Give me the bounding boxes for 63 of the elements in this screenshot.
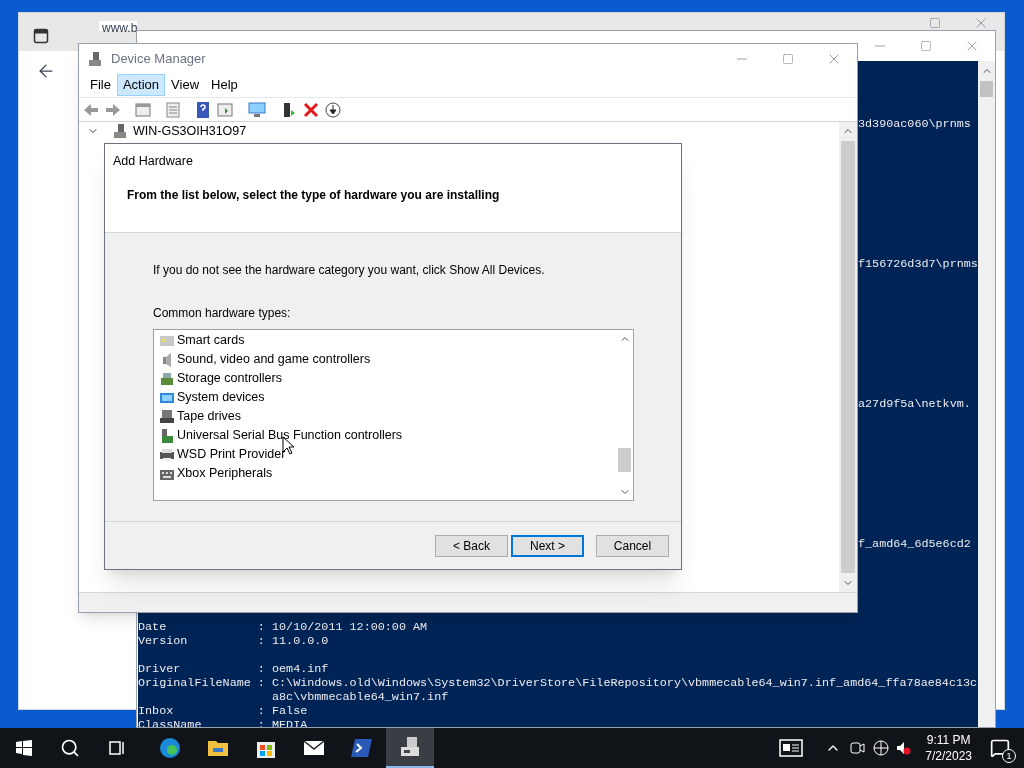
task-view-icon[interactable] [107,738,127,758]
dialog-button[interactable]: < Back [435,534,508,557]
window-icon[interactable] [217,101,233,118]
console-line: Date : 10/10/2011 12:00:00 AM [138,620,428,634]
taskbar-app[interactable] [386,728,434,768]
terminal-icon [350,736,374,760]
console-line: a27d9f5a\netkvm. [858,397,971,411]
remove-icon[interactable] [303,101,319,118]
list-item[interactable]: Smart cards [159,331,245,350]
list-item[interactable]: Sound, video and game controllers [159,350,371,369]
muted-speaker-icon[interactable] [895,740,912,756]
help-icon[interactable] [195,101,211,118]
maximize-icon[interactable] [929,17,941,29]
menu-item[interactable]: Action [116,74,166,96]
start-icon[interactable] [16,740,32,756]
clock-date[interactable]: 7/2/2023 [925,748,972,764]
menu-item[interactable]: File [84,74,117,96]
console-line: f156726d3d7\prnms [858,257,978,271]
maximize-icon[interactable] [782,52,794,65]
scroll-thumb[interactable] [980,81,993,97]
monitor-icon[interactable] [247,101,267,118]
scrollbar[interactable] [839,122,857,592]
forward-arrow-icon[interactable] [105,101,121,118]
console-line: 3d390ac060\prnms [858,117,971,131]
news-icon[interactable] [779,738,804,758]
list-item[interactable]: Tape drives [159,407,241,426]
console-line: Version : 11.0.0.0 [138,634,329,648]
tree-item[interactable]: WIN-GS3OIH31O97 [133,121,247,141]
console-line: a8c\vbmmecable64_win7.inf [270,690,449,704]
list-item[interactable]: Storage controllers [159,369,282,388]
list-item[interactable]: System devices [159,388,265,407]
list-item[interactable]: WSD Print Provider [159,445,286,464]
tab-panel-icon[interactable] [33,28,49,44]
back-arrow-icon[interactable] [83,101,99,118]
list-label: Common hardware types: [153,305,291,322]
network-icon[interactable] [873,740,890,756]
properties-icon[interactable] [135,101,151,118]
console-line: OriginalFileName : C:\Windows.old\Windows\System32\DriverStore\FileRepository\vbmmecable64_win7.inf_amd64_ffa78ae84c13c [138,676,978,690]
document-icon[interactable] [165,101,181,118]
hint-text: If you do not see the hardware category you want, click Show All Devices. [153,262,545,279]
scrollbar[interactable] [978,61,995,727]
dialog-title: Add Hardware [113,153,194,170]
scroll-thumb[interactable] [618,448,631,472]
menu-item[interactable]: View [165,74,206,96]
dialog-heading: From the list below, select the type of hardware you are installing [127,186,500,204]
clock-time[interactable]: 9:11 PM [926,732,971,748]
hardware-type-list[interactable]: Smart cards Sound, video and game controllers Storage controllers System devices Tape drives Universal Serial Bus Function controllers WSD Print Provider Xbox Peripherals [153,329,634,501]
console-line: Inbox : False [138,704,308,718]
window-title: Device Manager [111,49,206,68]
dialog-button[interactable]: Next > [511,534,584,557]
list-item[interactable]: Xbox Peripherals [159,464,273,483]
download-icon[interactable] [325,101,341,118]
browser-tab[interactable]: www.b [99,21,138,31]
notification-count: 1 [1002,749,1016,763]
dialog-button[interactable]: Cancel [596,534,669,557]
list-item[interactable]: Universal Serial Bus Function controllers [159,426,403,445]
notification-icon[interactable] [990,738,1010,758]
console-line: f_amd64_6d5e6cd2 [858,537,971,551]
console-line: Driver : oem4.inf [138,662,329,676]
menu-item[interactable]: Help [205,74,244,96]
printer-icon [159,446,175,463]
search-icon[interactable] [60,738,80,758]
maximize-icon[interactable] [920,40,932,52]
